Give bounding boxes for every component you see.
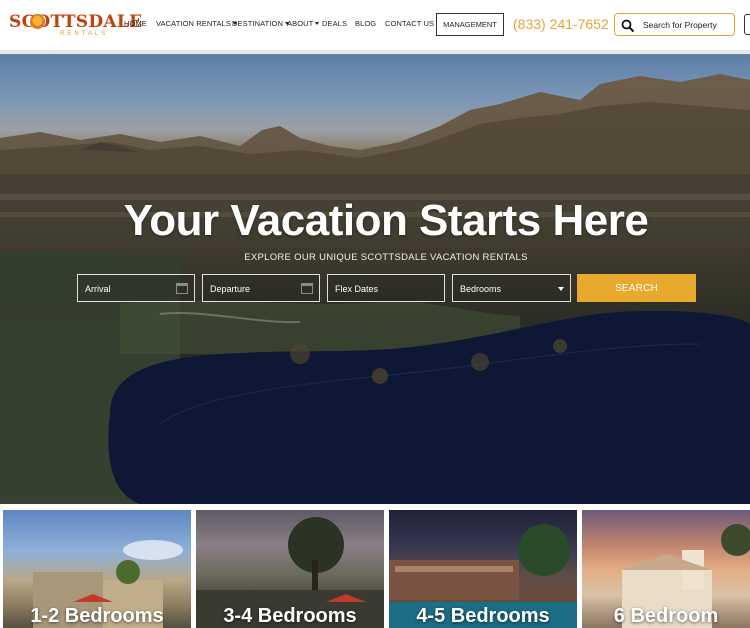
search-button[interactable]: SEARCH (577, 274, 696, 302)
nav-contact-us[interactable]: CONTACT US (385, 19, 441, 28)
tile-label: 4-5 Bedrooms (416, 605, 550, 627)
arrival-field[interactable]: Arrival (77, 274, 195, 302)
sun-icon (30, 14, 45, 29)
tile-label: 3-4 Bedrooms (223, 605, 357, 627)
tile-label: 6 Bedroom (613, 605, 719, 627)
site-header: SCOTTSDALE RENTALS HOME VACATION RENTALS… (0, 0, 750, 50)
departure-field[interactable]: Departure (202, 274, 320, 302)
logo-subtitle: RENTALS (60, 31, 109, 37)
chevron-down-icon (558, 287, 564, 291)
nav-vacation-rentals[interactable]: VACATION RENTALS (156, 19, 237, 28)
chevron-down-icon (315, 22, 320, 25)
management-button[interactable]: MANAGEMENT (436, 13, 504, 36)
search-property-label: Search for Property (643, 20, 717, 30)
bedrooms-value: Bedrooms (460, 284, 502, 294)
tile-3-4-bedrooms[interactable]: 3-4 Bedrooms (196, 510, 384, 628)
nav-deals[interactable]: DEALS (322, 19, 347, 28)
site-logo[interactable]: SCOTTSDALE RENTALS (9, 12, 142, 40)
phone-link[interactable]: (833) 241-7652 (513, 16, 609, 32)
tile-label: 1-2 Bedrooms (30, 605, 164, 627)
search-property-button[interactable]: Search for Property (614, 13, 735, 36)
calendar-icon (176, 283, 188, 294)
tile-6-bedroom[interactable]: 6 Bedroom (582, 510, 750, 628)
arrival-placeholder: Arrival (85, 284, 111, 294)
logo-wordmark: SCOTTSDALE (9, 12, 143, 32)
hero-banner: Your Vacation Starts Here EXPLORE OUR UN… (0, 54, 750, 504)
bedrooms-select[interactable]: Bedrooms (452, 274, 571, 302)
nav-blog[interactable]: BLOG (355, 19, 376, 28)
search-icon (621, 19, 635, 33)
nav-about[interactable]: ABOUT (287, 19, 320, 28)
hero-title: Your Vacation Starts Here (123, 196, 649, 245)
menu-button[interactable] (744, 14, 750, 35)
calendar-icon (301, 283, 313, 294)
tile-4-5-bedrooms[interactable]: 4-5 Bedrooms (389, 510, 577, 628)
nav-destination[interactable]: DESTINATION (232, 19, 289, 28)
hero-subtitle: EXPLORE OUR UNIQUE SCOTTSDALE VACATION R… (244, 252, 528, 263)
flex-dates-placeholder: Flex Dates (335, 284, 379, 294)
nav-home[interactable]: HOME (124, 19, 147, 28)
tile-1-2-bedrooms[interactable]: 1-2 Bedrooms (3, 510, 191, 628)
flex-dates-field[interactable]: Flex Dates (327, 274, 445, 302)
departure-placeholder: Departure (210, 284, 251, 294)
